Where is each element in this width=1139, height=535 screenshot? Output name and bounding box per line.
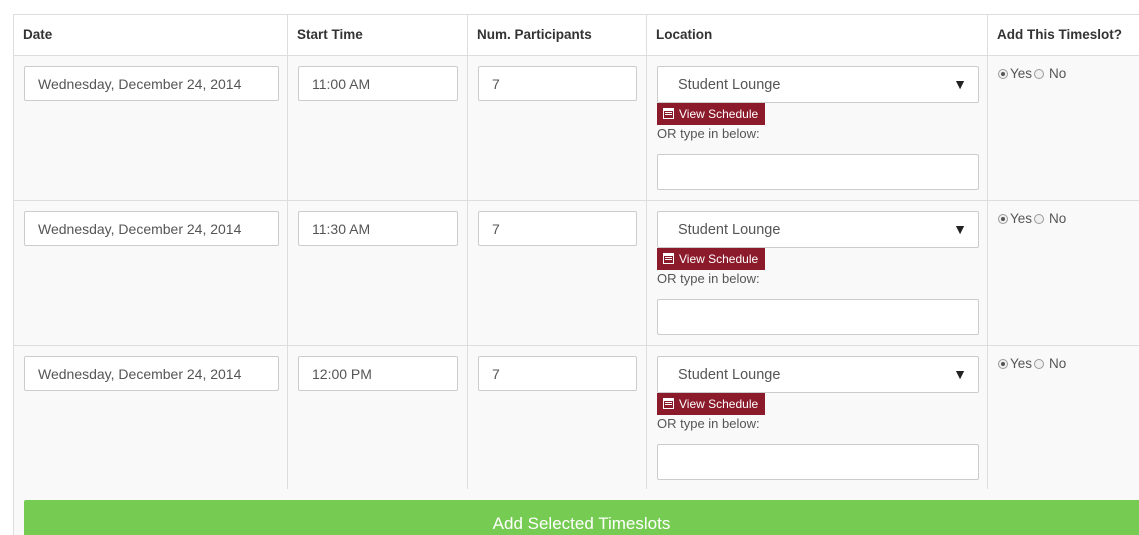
add-timeslot-radios: Yes No bbox=[998, 66, 1066, 81]
table-row: Wednesday, December 24, 2014 12:00 PM 7 … bbox=[14, 346, 1139, 491]
location-select[interactable]: Student Lounge ▼ bbox=[657, 356, 979, 393]
location-cell: Student Lounge ▼ View Schedule OR type i… bbox=[647, 56, 988, 201]
custom-location-input[interactable] bbox=[657, 444, 979, 480]
location-select-value: Student Lounge bbox=[678, 222, 781, 238]
table-header: Date Start Time Num. Participants Locati… bbox=[14, 15, 1139, 56]
date-cell: Wednesday, December 24, 2014 bbox=[14, 346, 288, 491]
view-schedule-label: View Schedule bbox=[679, 397, 759, 411]
start-time-field[interactable]: 12:00 PM bbox=[298, 356, 458, 391]
participants-cell: 7 bbox=[468, 56, 647, 201]
location-select-value: Student Lounge bbox=[678, 77, 781, 93]
caret-down-icon: ▼ bbox=[953, 76, 967, 92]
header-participants: Num. Participants bbox=[468, 15, 647, 56]
or-type-label: OR type in below: bbox=[657, 271, 760, 286]
yes-radio[interactable] bbox=[998, 68, 1008, 79]
custom-location-input[interactable] bbox=[657, 154, 979, 190]
date-cell: Wednesday, December 24, 2014 bbox=[14, 201, 288, 346]
location-select-value: Student Lounge bbox=[678, 367, 781, 383]
view-schedule-label: View Schedule bbox=[679, 107, 759, 121]
no-label: No bbox=[1049, 356, 1067, 371]
add-timeslot-radios: Yes No bbox=[998, 356, 1066, 371]
yes-label: Yes bbox=[1010, 211, 1033, 226]
date-field[interactable]: Wednesday, December 24, 2014 bbox=[24, 66, 279, 101]
start-time-cell: 12:00 PM bbox=[288, 346, 468, 491]
start-time-cell: 11:30 AM bbox=[288, 201, 468, 346]
yes-label: Yes bbox=[1010, 66, 1033, 81]
start-time-cell: 11:00 AM bbox=[288, 56, 468, 201]
date-field[interactable]: Wednesday, December 24, 2014 bbox=[24, 211, 279, 246]
date-cell: Wednesday, December 24, 2014 bbox=[14, 56, 288, 201]
add-timeslot-cell: Yes No bbox=[988, 201, 1139, 346]
participants-field[interactable]: 7 bbox=[478, 66, 637, 101]
location-cell: Student Lounge ▼ View Schedule OR type i… bbox=[647, 201, 988, 346]
start-time-field[interactable]: 11:00 AM bbox=[298, 66, 458, 101]
add-timeslot-radios: Yes No bbox=[998, 211, 1066, 226]
header-location: Location bbox=[647, 15, 988, 56]
view-schedule-label: View Schedule bbox=[679, 252, 759, 266]
yes-label: Yes bbox=[1010, 356, 1033, 371]
or-type-label: OR type in below: bbox=[657, 416, 760, 431]
table-row: Wednesday, December 24, 2014 11:30 AM 7 … bbox=[14, 201, 1139, 346]
no-radio[interactable] bbox=[1034, 358, 1045, 369]
calendar-icon bbox=[663, 253, 674, 264]
location-cell: Student Lounge ▼ View Schedule OR type i… bbox=[647, 346, 988, 491]
participants-cell: 7 bbox=[468, 201, 647, 346]
participants-field[interactable]: 7 bbox=[478, 356, 637, 391]
calendar-icon bbox=[663, 398, 674, 409]
participants-field[interactable]: 7 bbox=[478, 211, 637, 246]
view-schedule-button[interactable]: View Schedule bbox=[657, 103, 766, 125]
caret-down-icon: ▼ bbox=[953, 221, 967, 237]
custom-location-input[interactable] bbox=[657, 299, 979, 335]
participants-cell: 7 bbox=[468, 346, 647, 491]
yes-radio[interactable] bbox=[998, 213, 1008, 224]
view-schedule-button[interactable]: View Schedule bbox=[657, 393, 766, 415]
no-radio[interactable] bbox=[1034, 213, 1045, 224]
header-start-time: Start Time bbox=[288, 15, 468, 56]
yes-radio[interactable] bbox=[998, 358, 1008, 369]
start-time-field[interactable]: 11:30 AM bbox=[298, 211, 458, 246]
or-type-label: OR type in below: bbox=[657, 126, 760, 141]
no-radio[interactable] bbox=[1034, 68, 1045, 79]
no-label: No bbox=[1049, 211, 1067, 226]
add-timeslot-cell: Yes No bbox=[988, 56, 1139, 201]
location-select[interactable]: Student Lounge ▼ bbox=[657, 211, 979, 248]
no-label: No bbox=[1049, 66, 1067, 81]
date-field[interactable]: Wednesday, December 24, 2014 bbox=[24, 356, 279, 391]
header-date: Date bbox=[14, 15, 288, 56]
calendar-icon bbox=[663, 108, 674, 119]
add-timeslot-cell: Yes No bbox=[988, 346, 1139, 491]
table-row: Wednesday, December 24, 2014 11:00 AM 7 … bbox=[14, 56, 1139, 201]
timeslot-table: Date Start Time Num. Participants Locati… bbox=[13, 14, 1139, 491]
caret-down-icon: ▼ bbox=[953, 366, 967, 382]
view-schedule-button[interactable]: View Schedule bbox=[657, 248, 766, 270]
header-add-timeslot: Add This Timeslot? bbox=[988, 15, 1139, 56]
add-selected-timeslots-button[interactable]: Add Selected Timeslots bbox=[24, 500, 1139, 535]
location-select[interactable]: Student Lounge ▼ bbox=[657, 66, 979, 103]
